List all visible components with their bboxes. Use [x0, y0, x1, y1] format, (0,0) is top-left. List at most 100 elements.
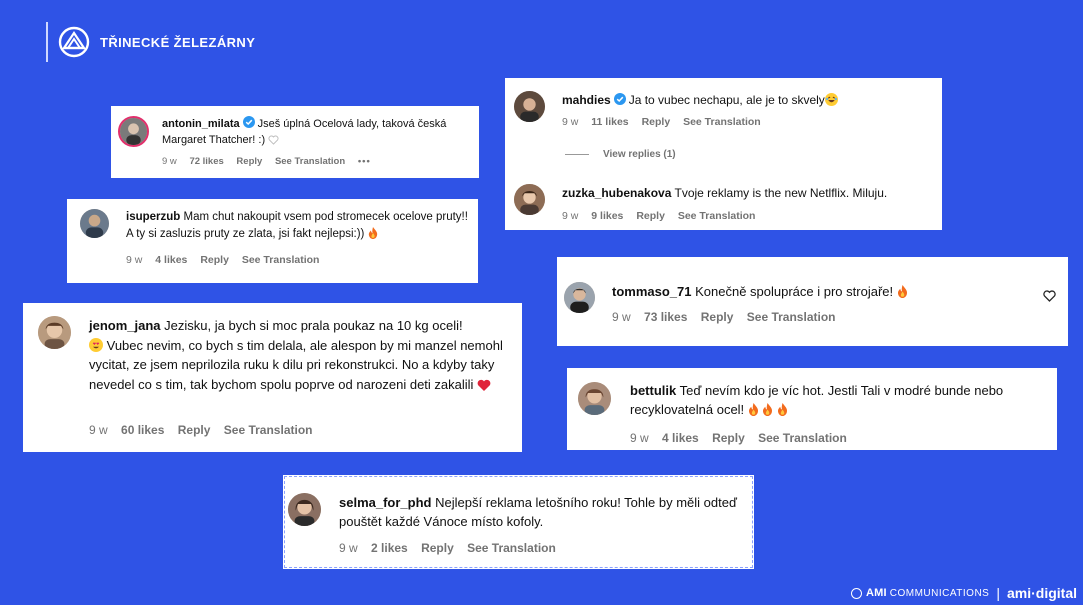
comment-meta: 9 w 9 likes Reply See Translation [562, 210, 765, 222]
comment-body: Ja to vubec nechapu, ale je to skvely [628, 93, 825, 107]
avatar[interactable] [564, 282, 595, 313]
like-heart-icon[interactable] [1043, 290, 1056, 302]
comment-card: mahdies Ja to vubec nechapu, ale je to sk… [505, 78, 942, 230]
avatar[interactable] [118, 116, 149, 147]
fire-emoji-icon [897, 285, 907, 298]
comment-age: 9 w [339, 541, 358, 555]
see-translation-link[interactable]: See Translation [747, 310, 836, 324]
comment-meta: 9 w 4 likes Reply See Translation [126, 254, 329, 266]
avatar[interactable] [578, 382, 611, 415]
comment-card: isuperzub Mam chut nakoupit vsem pod str… [67, 199, 478, 283]
comment-body: Konečně spolupráce i pro strojaře! [695, 284, 894, 299]
reply-button[interactable]: Reply [421, 541, 454, 555]
comment-username[interactable]: jenom_jana [89, 318, 161, 333]
comment-text: tommaso_71 Konečně spolupráce i pro stro… [612, 283, 1012, 302]
comment-text: mahdies Ja to vubec nechapu, ale je to sk… [562, 92, 932, 109]
comment-card: tommaso_71 Konečně spolupráce i pro stro… [557, 257, 1068, 346]
communications-label: COMMUNICATIONS [889, 587, 990, 599]
avatar[interactable] [80, 209, 109, 238]
comment-likes[interactable]: 4 likes [662, 431, 699, 445]
comment-meta: 9 w 4 likes Reply See Translation [630, 431, 857, 445]
reply-button[interactable]: Reply [642, 116, 671, 128]
reply-button[interactable]: Reply [701, 310, 734, 324]
view-replies-line [565, 154, 589, 155]
reply-button[interactable]: Reply [636, 210, 665, 222]
reply-button[interactable]: Reply [236, 156, 262, 167]
comment-username[interactable]: tommaso_71 [612, 284, 691, 299]
fire-emoji-icon [748, 402, 758, 416]
ami-logo-icon [850, 587, 862, 599]
brand-name: TŘINECKÉ ŽELEZÁRNY [100, 34, 256, 50]
fire-emoji-icon [763, 402, 773, 416]
comment-username[interactable]: bettulik [630, 383, 676, 398]
laughing-emoji-icon [824, 93, 838, 106]
brand-header: TŘINECKÉ ŽELEZÁRNY [46, 22, 255, 62]
see-translation-link[interactable]: See Translation [758, 431, 847, 445]
more-options-icon[interactable]: ••• [358, 156, 371, 167]
comment-card: antonin_milata Jseš úplná Ocelová lady, t… [111, 106, 479, 178]
comment-likes[interactable]: 11 likes [591, 116, 628, 128]
fire-emoji-icon [778, 402, 788, 416]
footer-separator: | [996, 585, 1000, 601]
comment-age: 9 w [612, 310, 631, 324]
comment-text: jenom_jana Jezisku, ja bych si moc prala… [89, 316, 519, 394]
comment-card: selma_for_phd Nejlepší reklama letošního… [283, 475, 754, 569]
trinecke-logo-icon [58, 26, 90, 58]
comment-username[interactable]: selma_for_phd [339, 495, 431, 510]
avatar[interactable] [514, 184, 545, 215]
comment-text: selma_for_phd Nejlepší reklama letošního… [339, 494, 749, 532]
ami-digital-label: ami·digital [1006, 585, 1077, 601]
avatar[interactable] [38, 316, 71, 349]
comment-card: bettulik Teď nevím kdo je víc hot. Jestl… [567, 368, 1057, 450]
reply-button[interactable]: Reply [712, 431, 745, 445]
verified-badge-icon [613, 93, 626, 105]
heart-eyes-emoji-icon [89, 337, 103, 352]
see-translation-link[interactable]: See Translation [242, 254, 320, 266]
avatar[interactable] [288, 493, 321, 526]
comment-meta: 9 w 73 likes Reply See Translation [612, 310, 845, 324]
avatar[interactable] [514, 91, 545, 122]
comment-text: zuzka_hubenakova Tvoje reklamy is the ne… [562, 185, 932, 202]
footer-branding: AMI COMMUNICATIONS | ami·digital [850, 585, 1077, 601]
fire-emoji-icon [368, 226, 377, 239]
comment-age: 9 w [126, 254, 143, 266]
comment-username[interactable]: zuzka_hubenakova [562, 186, 671, 200]
comment-meta: 9 w 2 likes Reply See Translation [339, 541, 566, 555]
comment-body: Tvoje reklamy is the new Netlflix. Miluj… [674, 186, 888, 200]
comment-body: Teď nevím kdo je víc hot. Jestli Tali v … [630, 383, 1004, 417]
comment-age: 9 w [562, 116, 579, 128]
verified-badge-icon [242, 116, 255, 128]
see-translation-link[interactable]: See Translation [467, 541, 556, 555]
comment-age: 9 w [89, 423, 108, 437]
comment-text: antonin_milata Jseš úplná Ocelová lady, t… [162, 116, 462, 149]
ami-label: AMI [865, 587, 887, 599]
comment-username[interactable]: isuperzub [126, 211, 180, 223]
white-heart-icon [268, 135, 279, 145]
red-heart-icon [477, 379, 491, 391]
comment-text: bettulik Teď nevím kdo je víc hot. Jestl… [630, 382, 1050, 420]
comment-meta: 9 w 60 likes Reply See Translation [89, 423, 322, 437]
brand-divider [46, 22, 48, 62]
comment-username[interactable]: mahdies [562, 93, 611, 107]
comment-likes[interactable]: 72 likes [189, 156, 223, 167]
see-translation-link[interactable]: See Translation [224, 423, 313, 437]
see-translation-link[interactable]: See Translation [683, 116, 761, 128]
view-replies-label: View replies (1) [603, 149, 676, 160]
comment-body-continued: Vubec nevim, co bych s tim delala, ale a… [89, 337, 503, 392]
reply-button[interactable]: Reply [200, 254, 229, 266]
comment-card: jenom_jana Jezisku, ja bych si moc prala… [23, 303, 522, 452]
view-replies-button[interactable]: View replies (1) [565, 149, 676, 160]
see-translation-link[interactable]: See Translation [275, 156, 345, 167]
comment-text: isuperzub Mam chut nakoupit vsem pod str… [126, 209, 471, 242]
comment-likes[interactable]: 2 likes [371, 541, 408, 555]
comment-username[interactable]: antonin_milata [162, 118, 240, 130]
comment-body: Jezisku, ja bych si moc prala poukaz na … [164, 318, 463, 333]
comment-age: 9 w [162, 156, 177, 167]
comment-likes[interactable]: 9 likes [591, 210, 623, 222]
comment-likes[interactable]: 73 likes [644, 310, 687, 324]
reply-button[interactable]: Reply [178, 423, 211, 437]
comment-meta: 9 w 72 likes Reply See Translation ••• [162, 156, 381, 167]
comment-likes[interactable]: 4 likes [155, 254, 187, 266]
comment-likes[interactable]: 60 likes [121, 423, 164, 437]
see-translation-link[interactable]: See Translation [678, 210, 756, 222]
